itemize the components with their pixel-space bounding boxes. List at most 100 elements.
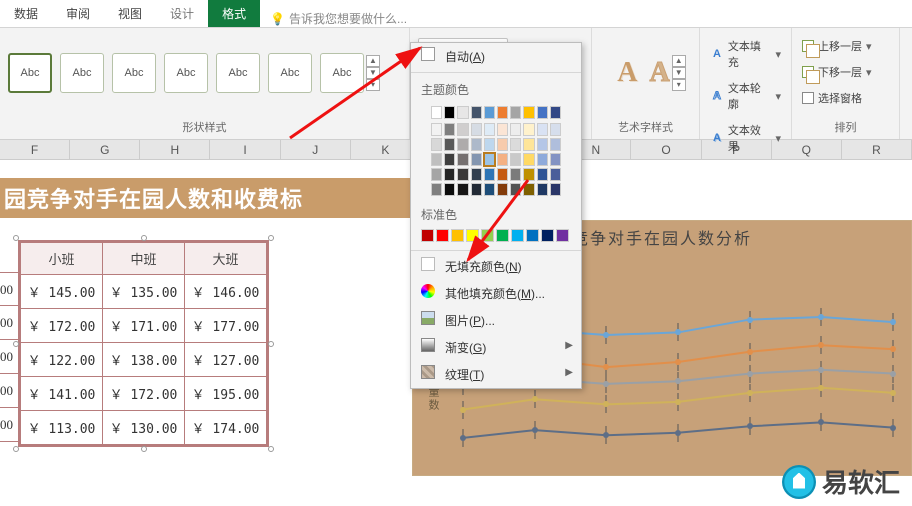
chart-marker[interactable]	[747, 421, 753, 431]
table-cell[interactable]: ￥ 122.00	[21, 343, 103, 377]
table-header[interactable]: 大班	[185, 243, 267, 275]
col-J[interactable]: J	[281, 140, 351, 159]
col-R[interactable]: R	[842, 140, 912, 159]
shape-style-preset-1[interactable]: Abc	[8, 53, 52, 93]
color-swatch[interactable]	[550, 123, 561, 136]
table-row[interactable]: ￥ 113.00￥ 130.00￥ 174.00	[21, 411, 267, 445]
chart-marker[interactable]	[675, 428, 681, 438]
table-cell[interactable]: ￥ 171.00	[103, 309, 185, 343]
more-colors-item[interactable]: 其他填充颜色(M)...	[411, 280, 581, 307]
color-swatch[interactable]	[497, 168, 508, 181]
table-cell[interactable]: ￥ 127.00	[185, 343, 267, 377]
table-cell[interactable]: ￥ 195.00	[185, 377, 267, 411]
no-fill-item[interactable]: 无填充颜色(N)	[411, 253, 581, 280]
color-swatch[interactable]	[523, 138, 534, 151]
color-swatch[interactable]	[526, 229, 539, 242]
color-swatch[interactable]	[436, 229, 449, 242]
color-swatch[interactable]	[537, 138, 548, 151]
text-fill-button[interactable]: A文本填充▾	[708, 36, 783, 72]
color-swatch[interactable]	[484, 168, 495, 181]
color-swatch[interactable]	[431, 123, 442, 136]
table-cell[interactable]: ￥ 177.00	[185, 309, 267, 343]
color-swatch[interactable]	[537, 153, 548, 166]
color-swatch[interactable]	[497, 138, 508, 151]
col-I[interactable]: I	[210, 140, 280, 159]
tab-review[interactable]: 审阅	[52, 0, 104, 27]
color-swatch[interactable]	[523, 123, 534, 136]
color-swatch[interactable]	[550, 183, 561, 196]
shape-style-gallery[interactable]: Abc Abc Abc Abc Abc Abc Abc	[8, 53, 364, 93]
color-swatch[interactable]	[497, 123, 508, 136]
color-swatch[interactable]	[457, 106, 468, 119]
color-swatch[interactable]	[496, 229, 509, 242]
chart-marker[interactable]	[890, 423, 896, 433]
table-cell[interactable]: ￥ 172.00	[103, 377, 185, 411]
selection-pane-button[interactable]: 选择窗格	[800, 88, 864, 108]
color-swatch[interactable]	[523, 153, 534, 166]
text-outline-button[interactable]: A文本轮廓▾	[708, 78, 783, 114]
table-header[interactable]: 小班	[21, 243, 103, 275]
fees-table[interactable]: 小班中班大班￥ 145.00￥ 135.00￥ 146.00￥ 172.00￥ …	[18, 240, 269, 447]
color-swatch[interactable]	[444, 138, 455, 151]
tab-format[interactable]: 格式	[208, 0, 260, 27]
table-row[interactable]: ￥ 145.00￥ 135.00￥ 146.00	[21, 275, 267, 309]
color-swatch[interactable]	[471, 153, 482, 166]
color-swatch[interactable]	[457, 183, 468, 196]
color-swatch[interactable]	[511, 229, 524, 242]
color-swatch[interactable]	[556, 229, 569, 242]
col-O[interactable]: O	[631, 140, 701, 159]
wordart-spinner[interactable]: ▲▼▾	[672, 55, 686, 91]
color-swatch[interactable]	[444, 168, 455, 181]
color-swatch[interactable]	[484, 153, 495, 166]
color-swatch[interactable]	[431, 168, 442, 181]
fill-auto-item[interactable]: 自动(A)	[411, 43, 581, 70]
shape-style-preset-6[interactable]: Abc	[268, 53, 312, 93]
table-cell[interactable]: ￥ 113.00	[21, 411, 103, 445]
table-cell[interactable]: ￥ 172.00	[21, 309, 103, 343]
color-swatch[interactable]	[431, 106, 442, 119]
table-cell[interactable]: ￥ 141.00	[21, 377, 103, 411]
shape-style-preset-7[interactable]: Abc	[320, 53, 364, 93]
color-swatch[interactable]	[484, 183, 495, 196]
color-swatch[interactable]	[510, 138, 521, 151]
table-cell[interactable]: ￥ 174.00	[185, 411, 267, 445]
color-swatch[interactable]	[537, 183, 548, 196]
texture-fill-item[interactable]: 纹理(T) ▶	[411, 361, 581, 388]
tell-me-box[interactable]: 告诉我您想要做什么...	[270, 10, 407, 27]
color-swatch[interactable]	[550, 153, 561, 166]
color-swatch[interactable]	[451, 229, 464, 242]
color-swatch[interactable]	[484, 123, 495, 136]
color-swatch[interactable]	[444, 153, 455, 166]
col-G[interactable]: G	[70, 140, 140, 159]
table-header[interactable]: 中班	[103, 243, 185, 275]
color-swatch[interactable]	[471, 123, 482, 136]
gradient-fill-item[interactable]: 渐变(G) ▶	[411, 334, 581, 361]
color-swatch[interactable]	[471, 168, 482, 181]
color-swatch[interactable]	[457, 138, 468, 151]
color-swatch[interactable]	[550, 106, 561, 119]
table-row[interactable]: ￥ 122.00￥ 138.00￥ 127.00	[21, 343, 267, 377]
table-cell[interactable]: ￥ 135.00	[103, 275, 185, 309]
col-H[interactable]: H	[140, 140, 210, 159]
color-swatch[interactable]	[497, 183, 508, 196]
color-swatch[interactable]	[444, 123, 455, 136]
color-swatch[interactable]	[444, 106, 455, 119]
chart-marker[interactable]	[532, 425, 538, 435]
wordart-preview-2[interactable]: A	[650, 57, 670, 89]
col-F[interactable]: F	[0, 140, 70, 159]
table-row[interactable]: ￥ 172.00￥ 171.00￥ 177.00	[21, 309, 267, 343]
shape-style-preset-4[interactable]: Abc	[164, 53, 208, 93]
gallery-spinner[interactable]: ▲▼▾	[366, 55, 380, 91]
tab-view[interactable]: 视图	[104, 0, 156, 27]
color-swatch[interactable]	[541, 229, 554, 242]
color-swatch[interactable]	[510, 106, 521, 119]
color-swatch[interactable]	[510, 153, 521, 166]
color-swatch[interactable]	[471, 138, 482, 151]
table-cell[interactable]: ￥ 130.00	[103, 411, 185, 445]
color-swatch[interactable]	[444, 183, 455, 196]
text-effects-button[interactable]: A文本效果▾	[708, 120, 783, 156]
picture-fill-item[interactable]: 图片(P)...	[411, 307, 581, 334]
color-swatch[interactable]	[421, 229, 434, 242]
color-swatch[interactable]	[457, 168, 468, 181]
color-swatch[interactable]	[510, 123, 521, 136]
